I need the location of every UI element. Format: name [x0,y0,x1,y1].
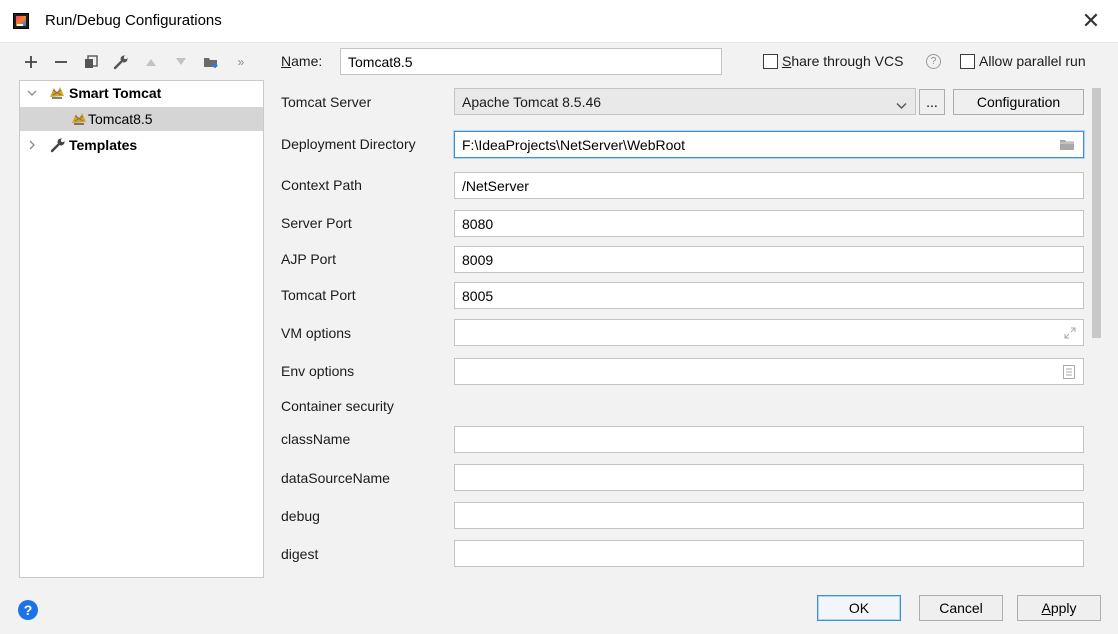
window-title: Run/Debug Configurations [45,12,222,29]
ajp-port-label: AJP Port [281,251,336,267]
share-vcs-label[interactable]: Share through VCS [782,53,903,69]
tomcat-icon [48,85,66,101]
form-scrollbar[interactable] [1092,88,1101,338]
apply-button[interactable]: Apply [1017,595,1101,621]
chevron-down-icon[interactable] [26,87,38,99]
document-icon[interactable] [1063,365,1075,382]
configuration-tree: Smart Tomcat Tomcat8.5 Templates [19,80,264,578]
env-options-input[interactable] [454,358,1084,385]
tomcat-port-label: Tomcat Port [281,287,356,303]
move-down-icon[interactable] [170,51,192,73]
datasource-label: dataSourceName [281,470,390,486]
classname-label: className [281,431,351,447]
classname-input[interactable] [454,426,1084,453]
container-security-label: Container security [281,398,394,414]
help-button-icon[interactable]: ? [18,600,38,620]
chevron-right-icon[interactable] [26,139,38,151]
context-path-label: Context Path [281,177,362,193]
tomcat-server-value: Apache Tomcat 8.5.46 [462,93,602,110]
configuration-button[interactable]: Configuration [953,89,1084,115]
wrench-icon [50,137,66,153]
tree-item-label: Tomcat8.5 [88,111,153,127]
chevron-down-icon [896,97,907,113]
copy-icon[interactable] [80,51,102,73]
debug-input[interactable] [454,502,1084,529]
allow-parallel-label[interactable]: Allow parallel run [979,53,1086,69]
allow-parallel-checkbox[interactable] [960,54,975,69]
expand-icon[interactable] [1064,326,1076,342]
move-up-icon[interactable] [140,51,162,73]
new-folder-icon[interactable] [200,51,222,73]
tree-group-label: Templates [69,137,138,153]
vm-options-label: VM options [281,325,352,341]
deployment-dir-value: F:\IdeaProjects\NetServer\WebRoot [462,136,686,153]
add-icon[interactable] [20,51,42,73]
digest-label: digest [281,546,319,562]
env-options-label: Env options [281,363,355,379]
config-toolbar: » [20,50,260,74]
title-divider [0,42,1118,43]
name-label: Name: [281,53,323,69]
vm-options-input[interactable] [454,319,1084,346]
cancel-button[interactable]: Cancel [919,595,1003,621]
ajp-port-input[interactable]: 8009 [454,246,1084,273]
tree-item-tomcat85[interactable]: Tomcat8.5 [20,107,263,131]
datasource-input[interactable] [454,464,1084,491]
debug-label: debug [281,508,320,524]
folder-icon[interactable] [1059,138,1075,154]
server-port-label: Server Port [281,215,352,231]
tomcat-server-select[interactable]: Apache Tomcat 8.5.46 [454,88,916,115]
deployment-dir-label: Deployment Directory [281,136,416,152]
tomcat-port-input[interactable]: 8005 [454,282,1084,309]
tree-group-smart-tomcat[interactable]: Smart Tomcat [20,81,263,105]
name-input[interactable]: Tomcat8.5 [340,48,722,75]
help-icon[interactable]: ? [926,54,941,69]
more-chevron-icon[interactable]: » [230,51,252,73]
close-icon[interactable]: ✕ [1076,6,1106,36]
title-bar: Run/Debug Configurations ✕ [0,0,1118,42]
ok-button[interactable]: OK [817,595,901,621]
tree-group-templates[interactable]: Templates [20,133,263,157]
deployment-dir-input[interactable]: F:\IdeaProjects\NetServer\WebRoot [454,131,1084,158]
intellij-app-icon [13,13,29,29]
tomcat-icon [70,111,88,127]
tree-group-label: Smart Tomcat [69,85,162,101]
browse-server-button[interactable]: ... [919,89,945,115]
share-vcs-checkbox[interactable] [763,54,778,69]
remove-icon[interactable] [50,51,72,73]
tomcat-server-label: Tomcat Server [281,94,372,110]
digest-input[interactable] [454,540,1084,567]
context-path-input[interactable]: /NetServer [454,172,1084,199]
server-port-input[interactable]: 8080 [454,210,1084,237]
wrench-icon[interactable] [110,51,132,73]
